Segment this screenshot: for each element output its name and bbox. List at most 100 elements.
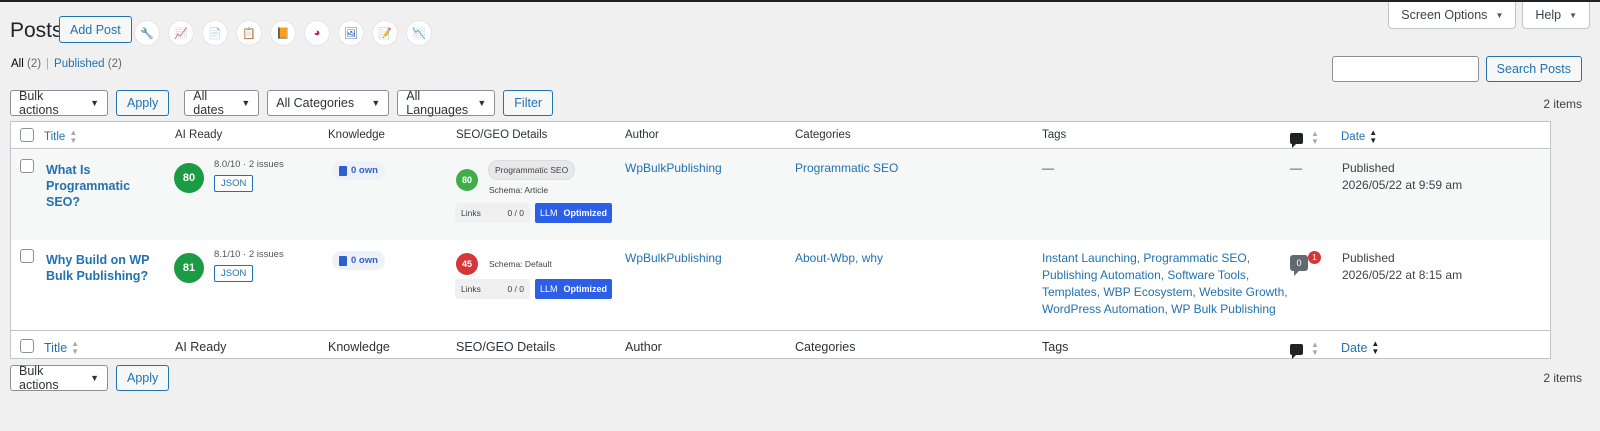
seo-keyword-pill: Programmatic SEO [488,160,576,180]
date-value: 2026/05/22 at 8:15 am [1342,268,1463,282]
seo-score-badge: 80 [456,169,478,191]
filter-all-link[interactable]: All (2) [11,58,41,70]
tags-empty: — [1042,161,1054,175]
filter-separator: | [46,58,50,70]
chevron-down-icon: ▼ [90,98,99,108]
row-checkbox[interactable] [20,249,34,263]
wrench-icon[interactable]: 🔧 [135,21,159,45]
table-header: Title ▲ ▼ AI Ready Knowledge SEO/GEO Detai… [11,122,1550,149]
llm-optimized-badge: LLM Optimized [535,279,613,299]
column-author: Author [625,340,662,354]
column-seo-geo: SEO/GEO Details [456,129,548,141]
screen-options-button[interactable]: Screen Options ▼ [1388,2,1517,29]
screen-meta-links: Screen Options ▼ Help ▼ [1388,2,1590,29]
ai-score-badge: 81 [174,253,204,283]
date-status: Published [1342,251,1395,265]
column-date[interactable]: Date ▲ ▼ [1341,340,1379,356]
post-title-link[interactable]: Why Build on WP Bulk Publishing? [46,252,166,284]
sort-icon: ▲ ▼ [1311,129,1319,146]
search-posts-button[interactable]: Search Posts [1485,56,1582,82]
schema-label: Schema: Article [489,185,549,195]
column-comments[interactable]: ▲ ▼ [1290,340,1319,359]
schema-label: Schema: Default [489,259,552,269]
column-title[interactable]: Title ▲ ▼ [44,129,77,145]
select-all-checkbox[interactable] [20,128,34,142]
book-icon [339,255,347,266]
column-knowledge: Knowledge [328,340,390,354]
ai-score-meta: 8.1/10 · 2 issues [214,249,284,260]
column-tags: Tags [1042,129,1067,141]
comments-empty: — [1290,161,1302,175]
table-footer: Title ▲ ▼ AI Ready Knowledge SEO/GEO Detai… [11,330,1550,359]
items-count-bottom: 2 items [1543,371,1582,385]
categories-select[interactable]: All Categories ▼ [267,90,390,116]
chevron-down-icon: ▼ [477,98,487,108]
comment-count-bubble[interactable]: 0 [1290,255,1308,276]
book-icon[interactable]: 📙 [271,21,295,45]
apply-button[interactable]: Apply [116,365,170,391]
clipboard-icon[interactable]: 📋 [237,21,261,45]
column-categories: Categories [795,129,851,141]
apply-button[interactable]: Apply [116,90,170,116]
column-title[interactable]: Title ▲ ▼ [44,340,79,356]
table-row: Why Build on WP Bulk Publishing? 81 8.1/1… [11,240,1550,330]
sort-icon: ▲ ▼ [1371,339,1380,356]
chevron-down-icon: ▼ [241,98,251,108]
pie-chart-icon[interactable]: ◕ [305,21,329,45]
trend-icon[interactable]: 📉 [407,21,431,45]
ai-score-badge: 80 [174,163,204,193]
links-box: Links 0 / 0 [455,279,530,299]
column-categories: Categories [795,340,856,354]
sort-icon: ▲ ▼ [69,128,78,145]
json-button[interactable]: JSON [214,265,254,282]
column-knowledge: Knowledge [328,129,385,141]
filter-button[interactable]: Filter [503,90,554,116]
screen-options-label: Screen Options [1401,8,1488,22]
filter-published-link[interactable]: Published (2) [54,58,122,70]
knowledge-pill[interactable]: 0 own [332,161,385,180]
category-link[interactable]: Programmatic SEO [795,160,898,177]
bulk-actions-select[interactable]: Bulk actions ▼ [10,89,108,117]
pending-comments-badge: 1 [1308,251,1321,264]
json-button[interactable]: JSON [214,175,254,192]
dates-select[interactable]: All dates ▼ [184,89,260,117]
column-author: Author [625,129,659,141]
table-row: What Is Programmatic SEO? 80 8.0/10 · 2 i… [11,150,1550,240]
category-link[interactable]: About-Wbp, why [795,250,883,267]
add-post-button[interactable]: Add Post [59,16,132,43]
column-ai-ready: AI Ready [175,340,227,354]
chart-line-icon[interactable]: 📈 [169,21,193,45]
links-box: Links 0 / 0 [455,203,530,223]
document-icon[interactable]: 📄 [203,21,227,45]
author-link[interactable]: WpBulkPublishing [625,160,722,177]
date-status: Published [1342,161,1395,175]
chevron-down-icon: ▼ [90,373,99,383]
column-tags: Tags [1042,340,1069,354]
post-status-filters: All (2) | Published (2) [11,58,122,70]
quick-icons-bar: 🔧 📈 📄 📋 📙 ◕ 🖼 📝 📉 [135,21,431,45]
select-all-checkbox[interactable] [20,339,34,353]
tablenav-bottom: Bulk actions ▼ Apply [10,364,170,392]
languages-select[interactable]: All Languages ▼ [397,89,496,117]
image-icon[interactable]: 🖼 [339,21,363,45]
bulk-actions-select[interactable]: Bulk actions ▼ [10,364,108,392]
help-button[interactable]: Help ▼ [1522,2,1590,29]
date-value: 2026/05/22 at 9:59 am [1342,178,1463,192]
column-comments[interactable]: ▲ ▼ [1290,129,1319,148]
knowledge-pill[interactable]: 0 own [332,251,385,270]
sort-icon: ▲ ▼ [71,339,80,356]
tags-list[interactable]: Instant Launching, Programmatic SEO, Pub… [1042,250,1288,318]
seo-score-badge: 45 [456,253,478,275]
sort-icon: ▲ ▼ [1311,340,1319,357]
caret-down-icon: ▼ [1569,10,1577,20]
comment-icon [1290,343,1303,359]
author-link[interactable]: WpBulkPublishing [625,250,722,267]
book-icon [339,165,347,176]
tablenav-top: Bulk actions ▼ Apply All dates ▼ All Categ… [10,89,554,117]
row-checkbox[interactable] [20,159,34,173]
caret-down-icon: ▼ [1495,10,1504,20]
search-input[interactable] [1331,56,1479,82]
post-title-link[interactable]: What Is Programmatic SEO? [46,162,166,210]
edit-document-icon[interactable]: 📝 [373,21,397,45]
column-date[interactable]: Date ▲ ▼ [1341,129,1377,145]
